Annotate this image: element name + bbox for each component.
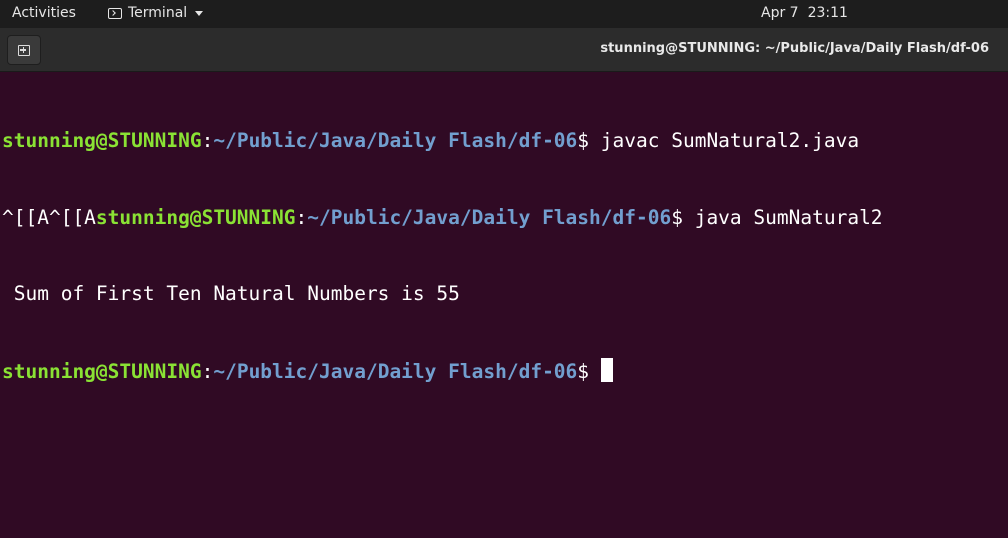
- prompt-user-host: stunning@STUNNING: [2, 359, 202, 383]
- terminal-icon: [108, 7, 122, 19]
- prompt-colon: :: [201, 129, 214, 152]
- prompt-cwd: ~/Public/Java/Daily Flash/df-06: [307, 205, 672, 229]
- activities-button[interactable]: Activities: [12, 5, 76, 21]
- prompt-cwd: ~/Public/Java/Daily Flash/df-06: [213, 129, 578, 152]
- clock-time: 23:11: [807, 5, 848, 21]
- prompt-symbol: $: [577, 129, 601, 152]
- new-tab-icon: [18, 44, 30, 56]
- terminal-line: stunning@STUNNING:~/Public/Java/Daily Fl…: [2, 357, 1008, 384]
- terminal-line: Sum of First Ten Natural Numbers is 55: [2, 281, 1008, 307]
- clock-date: Apr 7: [761, 5, 799, 21]
- prompt-colon: :: [201, 359, 214, 383]
- program-output: Sum of First Ten Natural Numbers is 55: [2, 282, 460, 305]
- clock[interactable]: Apr 7 23:11: [761, 5, 848, 21]
- command-text: javac SumNatural2.java: [600, 129, 860, 152]
- prompt-user-host: stunning@STUNNING: [2, 129, 202, 152]
- terminal-line: ^[[A^[[Astunning@STUNNING:~/Public/Java/…: [2, 205, 1008, 231]
- prompt-user-host: stunning@STUNNING: [95, 205, 296, 229]
- app-menu-label: Terminal: [128, 5, 188, 21]
- prompt-colon: :: [295, 205, 308, 229]
- dropdown-caret-icon: [195, 10, 204, 16]
- prompt-cwd: ~/Public/Java/Daily Flash/df-06: [213, 359, 578, 383]
- terminal-line: stunning@STUNNING:~/Public/Java/Daily Fl…: [2, 128, 1008, 154]
- window-title: stunning@STUNNING: ~/Public/Java/Daily F…: [600, 41, 989, 56]
- terminal-header-bar: stunning@STUNNING: ~/Public/Java/Daily F…: [0, 28, 1008, 72]
- command-text: java SumNatural2: [694, 205, 883, 229]
- app-menu-button[interactable]: Terminal: [108, 5, 204, 21]
- prompt-symbol: $: [577, 359, 601, 383]
- system-top-bar: Activities Terminal Apr 7 23:11: [0, 0, 1008, 28]
- terminal-output[interactable]: stunning@STUNNING:~/Public/Java/Daily Fl…: [0, 73, 1008, 538]
- new-tab-button[interactable]: [7, 35, 41, 65]
- escape-sequence-text: ^[[A^[[A: [2, 205, 96, 229]
- text-cursor: [600, 357, 613, 382]
- prompt-symbol: $: [671, 205, 695, 229]
